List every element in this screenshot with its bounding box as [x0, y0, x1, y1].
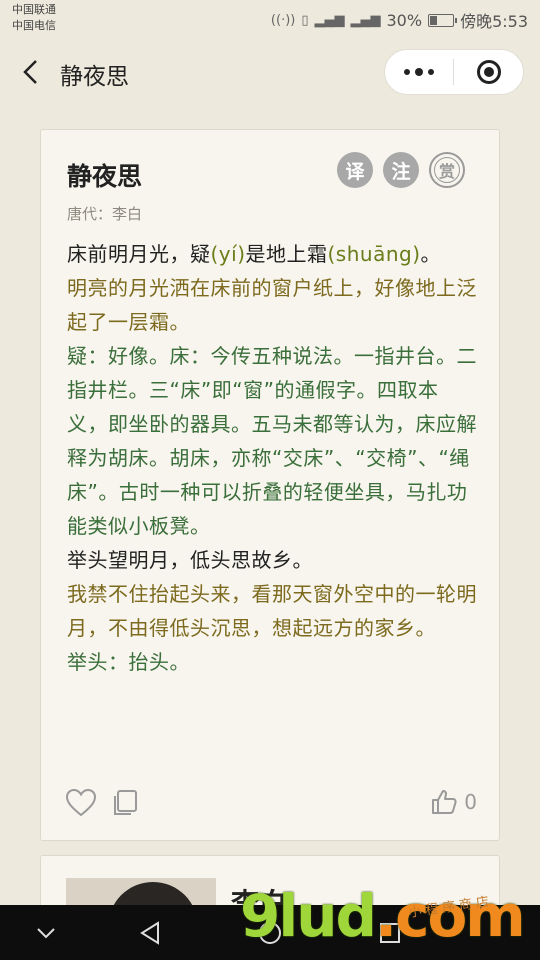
chevron-left-icon: [23, 60, 37, 84]
annotation-1: 疑：好像。床：今传五种说法。一指井台。二指井栏。三“床”即“窗”的通假字。四取本…: [67, 344, 477, 538]
poem-content: 床前明月光，疑(yí)是地上霜(shuāng)。 明亮的月光洒在床前的窗户纸上，…: [67, 237, 479, 679]
line-text: 床前明月光，疑: [67, 242, 211, 266]
line-text: 。: [420, 242, 442, 266]
back-triangle-icon[interactable]: [136, 919, 164, 947]
thumbs-up-icon: [432, 790, 457, 814]
back-button[interactable]: [14, 54, 46, 90]
vibrate-icon: ▯: [301, 12, 309, 28]
battery-percent: 30%: [386, 10, 423, 30]
page-title: 静夜思: [60, 64, 129, 90]
dot-icon: [415, 68, 423, 76]
pinyin: (shuāng): [327, 242, 421, 266]
poem-line-2: 举头望明月，低头思故乡。: [67, 548, 313, 572]
poem-title: 静夜思: [67, 162, 143, 191]
annotate-button[interactable]: 注: [383, 152, 419, 188]
close-miniapp-button[interactable]: [454, 50, 523, 94]
target-icon: [476, 60, 501, 84]
like-button[interactable]: 0: [430, 788, 477, 816]
carrier-2: 中国电信: [12, 19, 56, 32]
nav-bar: 静夜思: [0, 40, 540, 104]
appreciate-label: 赏: [434, 157, 460, 183]
line-text: 是地上霜: [245, 242, 328, 266]
pinyin: (yí): [210, 242, 246, 266]
carrier-1: 中国联通: [12, 3, 56, 16]
translation-1: 明亮的月光洒在床前的窗户纸上，好像地上泛起了一层霜。: [67, 276, 477, 334]
appreciate-button[interactable]: 赏: [429, 152, 465, 188]
translation-2: 我禁不住抬起头来，看那天窗外空中的一轮明月，不由得低头沉思，想起远方的家乡。: [67, 582, 477, 640]
signal-icon: ▂▄▆: [314, 12, 345, 28]
more-button[interactable]: [385, 50, 453, 94]
like-count: 0: [464, 790, 477, 814]
watermark-suffix: .com: [375, 882, 526, 950]
signal-2-icon: ▂▄▆: [350, 12, 381, 28]
status-bar: 中国联通 中国电信 ((·)) ▯ ▂▄▆ ▂▄▆ 30% 傍晚5:53: [0, 0, 540, 40]
dot-icon: [428, 69, 434, 75]
battery-icon: [428, 13, 458, 27]
translate-button[interactable]: 译: [337, 152, 373, 188]
clock: 傍晚5:53: [460, 12, 528, 31]
poem-author: 唐代：李白: [67, 205, 143, 223]
status-icons: ((·)) ▯ ▂▄▆ ▂▄▆ 30% 傍晚5:53: [271, 8, 528, 32]
hotspot-icon: ((·)): [270, 12, 296, 28]
card-footer: 0: [65, 788, 477, 820]
annotation-2: 举头：抬头。: [67, 650, 190, 674]
poem-line-1: 床前明月光，疑(yí)是地上霜(shuāng)。: [67, 237, 479, 271]
poem-card: 静夜思 唐代：李白 译 注 赏 床前明月光，疑(yí)是地上霜(shuāng)。…: [40, 129, 500, 841]
dot-icon: [404, 69, 410, 75]
chevron-down-icon[interactable]: [32, 919, 60, 947]
copy-icon[interactable]: [111, 789, 139, 817]
poem-action-buttons: 译 注 赏: [337, 152, 465, 188]
watermark-main: 9lud: [240, 882, 377, 950]
heart-icon[interactable]: [65, 788, 97, 818]
miniapp-capsule: [384, 49, 524, 95]
